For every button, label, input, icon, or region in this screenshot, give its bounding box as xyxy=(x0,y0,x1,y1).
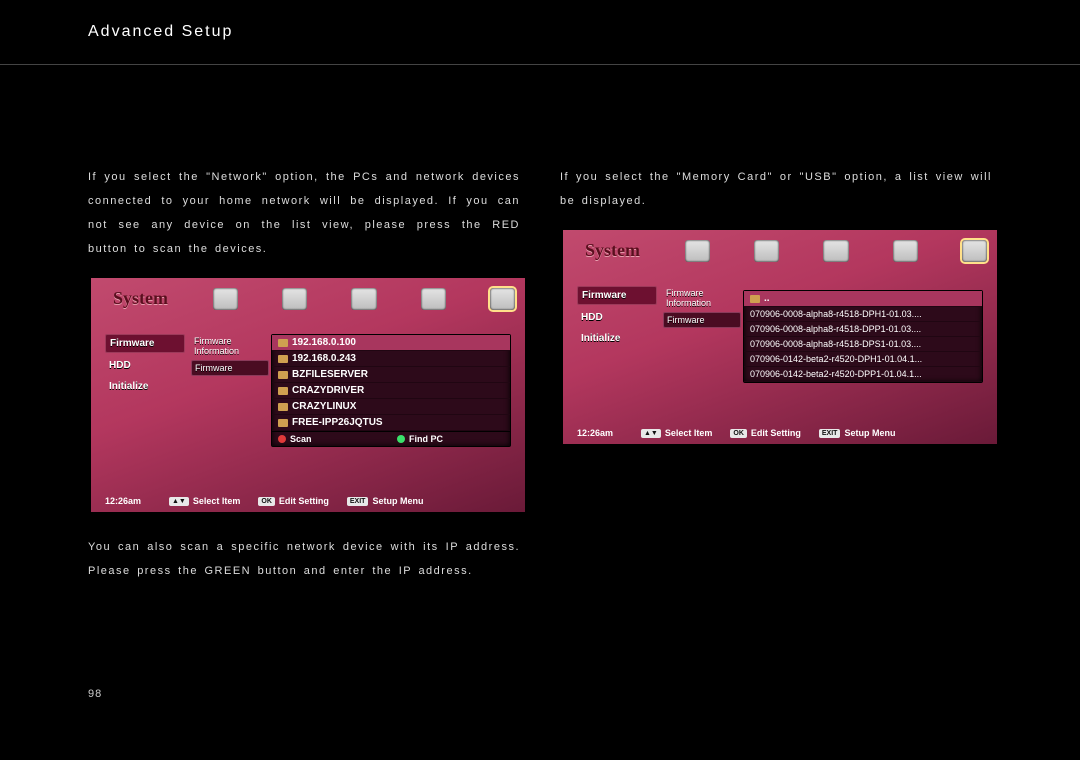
pc-icon xyxy=(278,387,288,395)
side-init[interactable]: Initialize xyxy=(577,330,657,347)
system-logo: System xyxy=(113,288,168,309)
page-number: 98 xyxy=(88,688,102,700)
list-label: CRAZYLINUX xyxy=(292,401,356,412)
list-item[interactable]: 070906-0008-alpha8-r4518-DPS1-01.03.... xyxy=(744,337,982,352)
list-label: 070906-0142-beta2-r4520-DPH1-01.04.1... xyxy=(750,354,922,364)
list-item[interactable]: FREE-IPP26JQTUS xyxy=(272,415,510,431)
list-label: CRAZYDRIVER xyxy=(292,385,364,396)
pc-icon xyxy=(278,419,288,427)
screenshot-usb: System Firmware HDD Initialize Firmware … xyxy=(560,227,1000,447)
list-label: BZFILESERVER xyxy=(292,369,368,380)
pc-icon xyxy=(278,403,288,411)
pc-icon xyxy=(278,339,288,347)
hint-edit: OK Edit Setting xyxy=(730,428,801,438)
side-firmware[interactable]: Firmware xyxy=(577,286,657,305)
right-paragraph-1: If you select the "Memory Card" or "USB"… xyxy=(560,165,992,213)
page-body: If you select the "Network" option, the … xyxy=(0,65,1080,597)
left-paragraph-2: You can also scan a specific network dev… xyxy=(88,535,520,583)
hint-menu: EXIT Setup Menu xyxy=(347,496,424,506)
list-label: 192.168.0.243 xyxy=(292,353,356,364)
list-item-up[interactable]: .. xyxy=(744,291,982,307)
scan-action[interactable]: Scan xyxy=(272,432,391,446)
sub-update[interactable]: Firmware xyxy=(663,312,741,328)
side-hdd[interactable]: HDD xyxy=(577,309,657,326)
exit-icon: EXIT xyxy=(347,497,369,506)
side-menu: Firmware HDD Initialize xyxy=(577,286,657,351)
side-firmware[interactable]: Firmware xyxy=(105,334,185,353)
sub-update[interactable]: Firmware xyxy=(191,360,269,376)
left-column: If you select the "Network" option, the … xyxy=(88,165,520,597)
ok-icon: OK xyxy=(730,429,747,438)
nav-icon-3[interactable] xyxy=(823,240,848,262)
exit-icon: EXIT xyxy=(819,429,841,438)
nav-icon-2[interactable] xyxy=(754,240,779,262)
list-label: 070906-0142-beta2-r4520-DPP1-01.04.1... xyxy=(750,369,922,379)
sub-menu: Firmware Information Firmware xyxy=(191,334,269,378)
top-iconbar xyxy=(685,238,987,264)
pc-icon xyxy=(278,355,288,363)
clock: 12:26am xyxy=(577,428,623,438)
list-item[interactable]: CRAZYDRIVER xyxy=(272,383,510,399)
list-label: 070906-0008-alpha8-r4518-DPS1-01.03.... xyxy=(750,339,921,349)
header: Advanced Setup xyxy=(0,0,1080,65)
list-item[interactable]: 070906-0142-beta2-r4520-DPP1-01.04.1... xyxy=(744,367,982,382)
list-item[interactable]: CRAZYLINUX xyxy=(272,399,510,415)
hint-bar: 12:26am ▲▼ Select Item OK Edit Setting E… xyxy=(105,496,511,506)
nav-icon-5[interactable] xyxy=(490,288,515,310)
nav-icon-1[interactable] xyxy=(213,288,238,310)
nav-icon-1[interactable] xyxy=(685,240,710,262)
nav-icon-4[interactable] xyxy=(893,240,918,262)
findpc-action[interactable]: Find PC xyxy=(391,432,510,446)
file-listbox: .. 070906-0008-alpha8-r4518-DPH1-01.03..… xyxy=(743,290,983,383)
pc-icon xyxy=(278,371,288,379)
green-dot-icon xyxy=(397,435,405,443)
list-item[interactable]: 070906-0142-beta2-r4520-DPH1-01.04.1... xyxy=(744,352,982,367)
system-logo: System xyxy=(585,240,640,261)
side-menu: Firmware HDD Initialize xyxy=(105,334,185,399)
sub-info[interactable]: Firmware Information xyxy=(191,334,269,358)
list-item[interactable]: 192.168.0.243 xyxy=(272,351,510,367)
sub-info[interactable]: Firmware Information xyxy=(663,286,741,310)
sub-menu: Firmware Information Firmware xyxy=(663,286,741,330)
ok-icon: OK xyxy=(258,497,275,506)
network-listbox: 192.168.0.100 192.168.0.243 BZFILESERVER… xyxy=(271,334,511,447)
hint-edit: OK Edit Setting xyxy=(258,496,329,506)
nav-icon-4[interactable] xyxy=(421,288,446,310)
list-item[interactable]: 070906-0008-alpha8-r4518-DPH1-01.03.... xyxy=(744,307,982,322)
clock: 12:26am xyxy=(105,496,151,506)
updown-icon: ▲▼ xyxy=(641,429,661,438)
list-label: 070906-0008-alpha8-r4518-DPH1-01.03.... xyxy=(750,309,922,319)
list-label: 192.168.0.100 xyxy=(292,337,356,348)
hint-select: ▲▼ Select Item xyxy=(169,496,240,506)
list-item[interactable]: BZFILESERVER xyxy=(272,367,510,383)
hint-bar: 12:26am ▲▼ Select Item OK Edit Setting E… xyxy=(577,428,983,438)
list-item[interactable]: 070906-0008-alpha8-r4518-DPP1-01.03.... xyxy=(744,322,982,337)
left-paragraph-1: If you select the "Network" option, the … xyxy=(88,165,520,261)
right-column: If you select the "Memory Card" or "USB"… xyxy=(560,165,992,597)
hint-select: ▲▼ Select Item xyxy=(641,428,712,438)
side-hdd[interactable]: HDD xyxy=(105,357,185,374)
findpc-label: Find PC xyxy=(409,434,443,444)
list-item[interactable]: 192.168.0.100 xyxy=(272,335,510,351)
updown-icon: ▲▼ xyxy=(169,497,189,506)
nav-icon-3[interactable] xyxy=(351,288,376,310)
nav-icon-5[interactable] xyxy=(962,240,987,262)
hint-menu: EXIT Setup Menu xyxy=(819,428,896,438)
list-label: .. xyxy=(764,293,770,304)
side-init[interactable]: Initialize xyxy=(105,378,185,395)
top-iconbar xyxy=(213,286,515,312)
folder-icon xyxy=(750,295,760,303)
page-title: Advanced Setup xyxy=(88,23,233,41)
scan-label: Scan xyxy=(290,434,312,444)
nav-icon-2[interactable] xyxy=(282,288,307,310)
red-dot-icon xyxy=(278,435,286,443)
screenshot-network: System Firmware HDD Initialize Firmware … xyxy=(88,275,528,515)
list-label: 070906-0008-alpha8-r4518-DPP1-01.03.... xyxy=(750,324,921,334)
list-label: FREE-IPP26JQTUS xyxy=(292,417,383,428)
